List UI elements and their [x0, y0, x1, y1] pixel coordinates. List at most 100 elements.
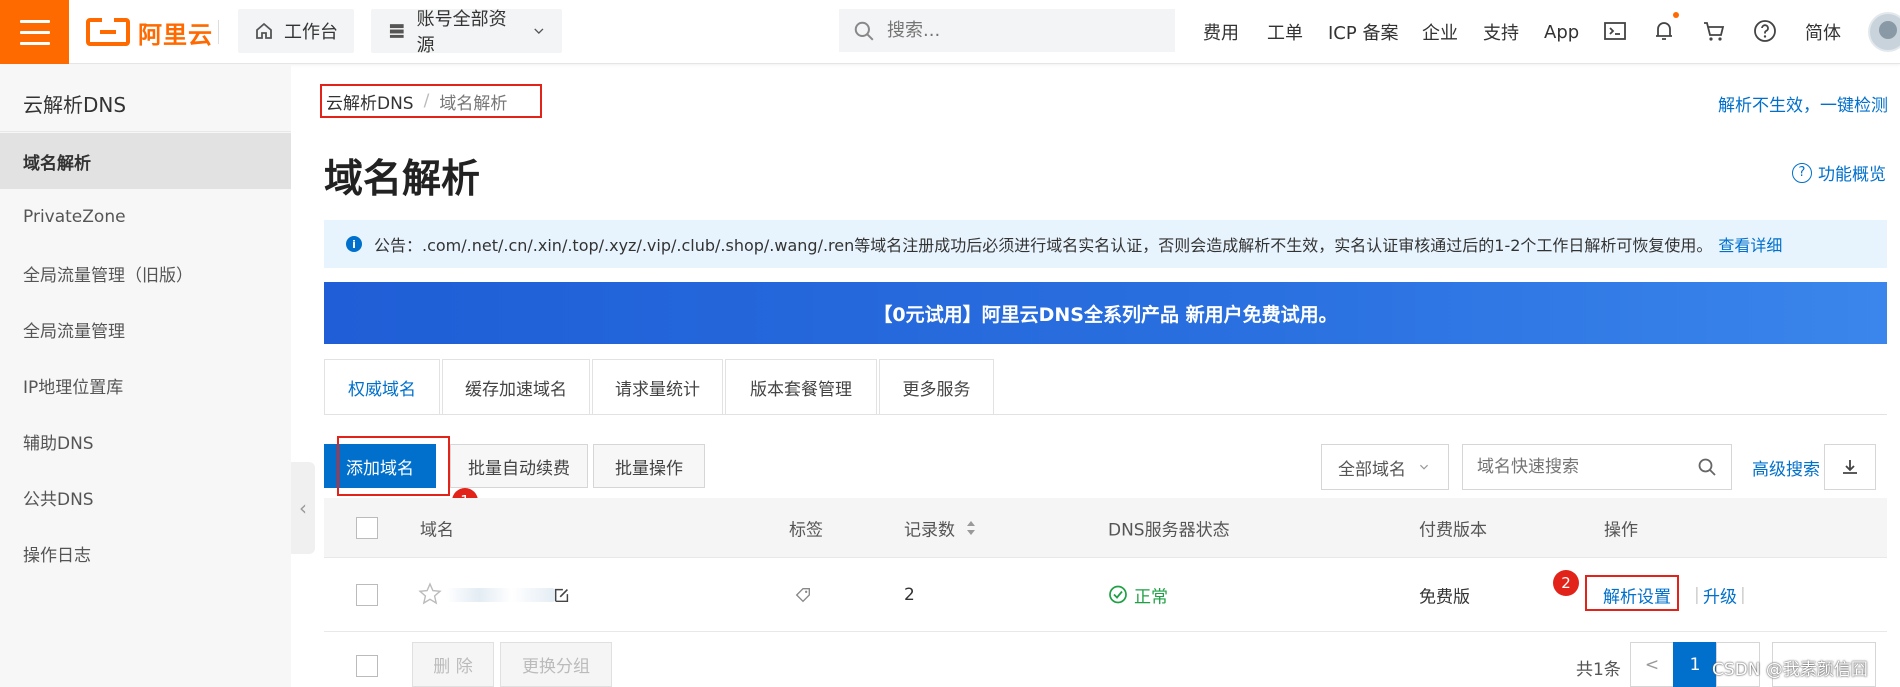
dns-status: 正常	[1108, 582, 1168, 607]
bell-icon[interactable]	[1651, 18, 1677, 44]
server-icon	[389, 24, 404, 38]
plan-label: 免费版	[1419, 587, 1470, 607]
nav-tickets[interactable]: 工单	[1267, 19, 1303, 45]
prev-page-button[interactable]: <	[1630, 642, 1674, 687]
edit-icon[interactable]	[553, 586, 571, 604]
question-icon: ?	[1792, 162, 1812, 183]
promo-banner[interactable]: 【0元试用】阿里云DNS全系列产品 新用户免费试用。	[324, 282, 1887, 344]
batch-renew-button[interactable]: 批量自动续费	[450, 444, 588, 488]
sidebar-item-ip-geo[interactable]: IP地理位置库	[0, 357, 291, 413]
sidebar-item-gtm[interactable]: 全局流量管理	[0, 301, 291, 357]
notice-more-link[interactable]: 查看详细	[1718, 232, 1782, 256]
global-search[interactable]	[839, 9, 1175, 52]
total-count: 共1条	[1576, 660, 1621, 680]
sidebar-item-operation-log[interactable]: 操作日志	[0, 525, 291, 581]
tag-icon[interactable]	[794, 586, 812, 604]
tab-request-stats[interactable]: 请求量统计	[592, 359, 723, 415]
sort-icon[interactable]	[966, 520, 976, 536]
notification-dot	[1673, 12, 1679, 18]
page-1-button[interactable]: 1	[1673, 642, 1717, 687]
divider	[218, 20, 219, 44]
col-ops: 操作	[1604, 520, 1638, 540]
download-button[interactable]	[1824, 444, 1876, 490]
col-records-label: 记录数	[904, 520, 955, 540]
domain-filter-value: 全部域名	[1338, 459, 1406, 480]
dns-status-text: 正常	[1134, 587, 1168, 607]
quick-check-link[interactable]: 解析不生效，一键检测	[1718, 91, 1888, 116]
tab-bar: 权威域名 缓存加速域名 请求量统计 版本套餐管理 更多服务	[324, 359, 996, 415]
sidebar-item-domain-resolution[interactable]: 域名解析	[0, 133, 291, 189]
watermark: CSDN @我素颜信囧	[1712, 660, 1868, 680]
divider	[0, 131, 291, 132]
search-icon[interactable]	[1697, 457, 1717, 477]
notice-bar: i 公告：.com/.net/.cn/.xin/.top/.xyz/.vip/.…	[324, 220, 1887, 268]
upgrade-link[interactable]: 升级	[1703, 582, 1737, 607]
nav-app[interactable]: App	[1544, 22, 1579, 43]
info-icon: i	[346, 236, 362, 252]
search-input[interactable]	[887, 20, 1147, 41]
delete-button[interactable]: 删 除	[412, 642, 494, 687]
cart-icon[interactable]	[1701, 18, 1727, 44]
sidebar-title: 云解析DNS	[23, 93, 127, 117]
nav-fees[interactable]: 费用	[1203, 19, 1239, 45]
top-bar: 阿里云 工作台 账号全部资源 费用 工单 ICP 备案 企业 支持 App 简体	[0, 0, 1900, 64]
aliyun-logo[interactable]: 阿里云	[86, 14, 213, 50]
tab-authoritative[interactable]: 权威域名	[324, 359, 440, 415]
col-records[interactable]: 记录数	[904, 515, 955, 540]
select-all-checkbox[interactable]	[356, 516, 378, 539]
batch-operation-button[interactable]: 批量操作	[593, 444, 705, 488]
collapse-sidebar-handle[interactable]: ‹	[291, 462, 315, 554]
tab-plan-management[interactable]: 版本套餐管理	[725, 359, 877, 415]
overview-label: 功能概览	[1818, 165, 1886, 185]
col-tag: 标签	[789, 520, 823, 540]
nav-language[interactable]: 简体	[1805, 19, 1841, 45]
sidebar-item-public-dns[interactable]: 公共DNS	[0, 469, 291, 525]
domain-search-box[interactable]	[1462, 444, 1732, 490]
promo-banner-text: 【0元试用】阿里云DNS全系列产品 新用户免费试用。	[873, 303, 1338, 326]
annotation-box	[337, 436, 450, 496]
workbench-label: 工作台	[284, 22, 338, 43]
nav-support[interactable]: 支持	[1483, 19, 1519, 45]
notice-text: 公告：.com/.net/.cn/.xin/.top/.xyz/.vip/.cl…	[374, 236, 1713, 255]
advanced-search-link[interactable]: 高级搜索	[1752, 455, 1820, 480]
logo-mark	[86, 18, 130, 46]
breadcrumb: 云解析DNS / 域名解析	[320, 84, 542, 118]
logo-text: 阿里云	[138, 20, 213, 49]
breadcrumb-separator: /	[423, 91, 430, 111]
domain-name-blurred[interactable]	[446, 588, 556, 602]
nav-icp[interactable]: ICP 备案	[1328, 19, 1398, 45]
terminal-icon[interactable]	[1602, 18, 1628, 44]
sidebar-item-gtm-legacy[interactable]: 全局流量管理（旧版）	[0, 245, 291, 301]
record-count: 2	[904, 584, 915, 605]
home-icon	[256, 22, 272, 39]
page-title: 域名解析	[324, 157, 481, 202]
search-icon	[854, 21, 874, 41]
sidebar-item-secondary-dns[interactable]: 辅助DNS	[0, 413, 291, 469]
col-dns-status: DNS服务器状态	[1108, 520, 1230, 540]
overview-link[interactable]: ? 功能概览	[1792, 160, 1886, 185]
nav-enterprise[interactable]: 企业	[1422, 19, 1458, 45]
workbench-button[interactable]: 工作台	[238, 9, 354, 53]
divider: |	[1694, 584, 1700, 605]
resources-label: 账号全部资源	[416, 9, 507, 56]
avatar[interactable]	[1868, 12, 1900, 52]
domain-filter-select[interactable]: 全部域名	[1321, 444, 1449, 490]
menu-icon[interactable]	[0, 0, 69, 64]
annotation-box	[1585, 575, 1679, 611]
tab-more-services[interactable]: 更多服务	[879, 359, 994, 415]
help-icon[interactable]	[1752, 18, 1778, 44]
divider	[324, 414, 1887, 415]
breadcrumb-root[interactable]: 云解析DNS	[326, 89, 414, 114]
sidebar-item-privatezone[interactable]: PrivateZone	[0, 189, 291, 245]
domain-search-input[interactable]	[1477, 457, 1687, 477]
sidebar: 云解析DNS 域名解析 PrivateZone 全局流量管理（旧版） 全局流量管…	[0, 65, 291, 687]
change-group-button[interactable]: 更换分组	[500, 642, 612, 687]
row-checkbox[interactable]	[356, 583, 378, 606]
resources-dropdown[interactable]: 账号全部资源	[371, 9, 562, 56]
divider: |	[1740, 584, 1746, 605]
chevron-down-icon	[534, 28, 544, 35]
tab-cache-accel[interactable]: 缓存加速域名	[442, 359, 590, 415]
annotation-badge-2: 2	[1553, 570, 1579, 596]
footer-select-checkbox[interactable]	[356, 655, 378, 677]
star-icon[interactable]	[418, 582, 442, 606]
